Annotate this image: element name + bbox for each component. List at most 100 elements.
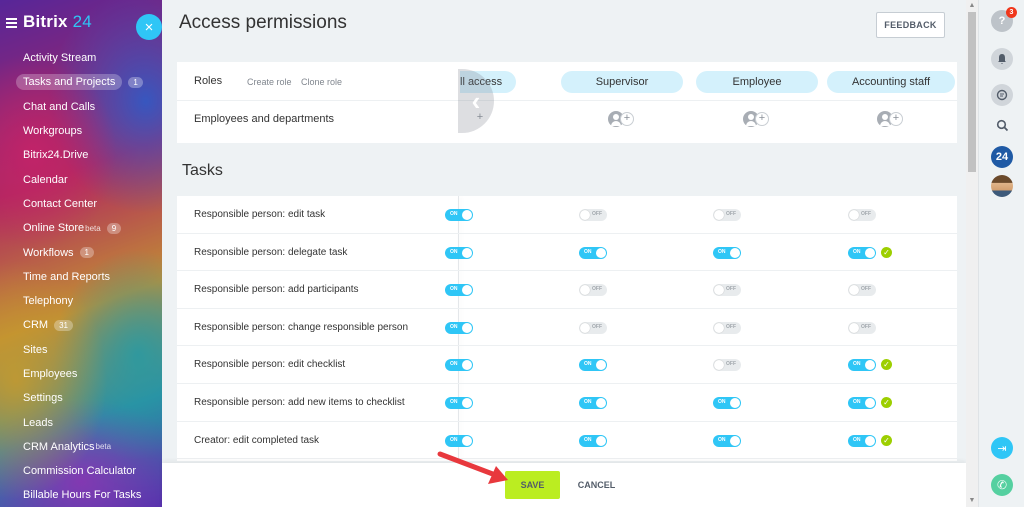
scrollbar-thumb[interactable] — [968, 12, 976, 172]
permission-toggle-on[interactable]: ON — [848, 246, 876, 259]
permission-toggle-off[interactable]: OFF — [579, 284, 607, 297]
plus-icon: + — [889, 112, 903, 126]
table-row: Responsible person: change responsible p… — [177, 309, 957, 347]
permission-toggle-off[interactable]: OFF — [848, 321, 876, 334]
permission-toggle-on[interactable]: ON — [445, 209, 473, 221]
table-row: Responsible person: delegate task ON ON ON O… — [177, 234, 957, 272]
permission-toggle-off[interactable]: OFF — [579, 321, 607, 334]
permission-toggle-on[interactable]: ON — [579, 397, 607, 409]
permission-toggle-off[interactable]: OFF — [848, 284, 876, 297]
permission-toggle-on[interactable]: ON — [445, 321, 473, 334]
phone-icon[interactable]: ✆ — [991, 474, 1013, 496]
permission-toggle-off[interactable]: OFF — [713, 321, 741, 334]
sidebar-item[interactable]: Time and Reports — [0, 265, 162, 289]
sidebar-item[interactable]: Billable Hours For Tasks — [0, 483, 162, 507]
sidebar-item[interactable]: Settings — [0, 386, 162, 410]
add-user-icon[interactable]: + — [608, 109, 636, 129]
sidebar-item[interactable]: Telephony — [0, 289, 162, 313]
brand[interactable]: Bitrix 24 — [6, 12, 92, 32]
portal-24-icon[interactable]: 24 — [991, 146, 1013, 168]
sidebar-item[interactable]: Sites — [0, 338, 162, 362]
sidebar-item[interactable]: CRM 31 — [0, 313, 162, 337]
bell-icon[interactable] — [991, 48, 1013, 70]
sidebar-item[interactable]: Leads — [0, 410, 162, 434]
permission-toggle-on[interactable]: ON — [445, 434, 473, 447]
sidebar-item[interactable]: Tasks and Projects 1 — [0, 70, 162, 94]
search-icon[interactable] — [991, 114, 1013, 136]
permission-toggle-on[interactable]: ON — [848, 434, 876, 447]
chat-icon[interactable] — [991, 84, 1013, 106]
brand-logo: Bitrix 24 — [23, 12, 92, 31]
toggle-state-label: ON — [853, 436, 861, 443]
permission-toggle-on[interactable]: ON — [848, 397, 876, 409]
toggle-knob — [462, 398, 472, 408]
permission-toggle-on[interactable]: ON — [848, 359, 876, 372]
toggle-state-label: ON — [853, 399, 861, 405]
sidebar-item[interactable]: Commission Calculator — [0, 459, 162, 483]
check-icon: ✓ — [881, 397, 892, 408]
toggle-state-label: OFF — [726, 361, 736, 368]
permission-toggle-on[interactable]: ON — [445, 397, 473, 409]
sidebar-item[interactable]: Workgroups — [0, 119, 162, 143]
scroll-up-arrow-icon[interactable]: ▲ — [968, 2, 976, 10]
toggle-knob — [462, 210, 472, 220]
toggle-knob — [865, 435, 875, 446]
permission-toggle-on[interactable]: ON — [713, 397, 741, 409]
sidebar-item[interactable]: Activity Stream — [0, 46, 162, 70]
help-icon[interactable]: ? 3 — [991, 7, 1017, 32]
permission-toggle-off[interactable]: OFF — [579, 209, 607, 221]
toggle-knob — [714, 360, 724, 371]
permission-toggle-off[interactable]: OFF — [713, 284, 741, 297]
permission-toggle-on[interactable]: ON — [713, 434, 741, 447]
sidebar-item-label: Sites — [23, 343, 48, 356]
role-column-header[interactable]: Accounting staff — [827, 71, 955, 93]
sidebar-item-label: Calendar — [23, 173, 68, 186]
cancel-button[interactable]: CANCEL — [574, 471, 619, 499]
toggle-knob — [596, 398, 606, 408]
permission-label: Responsible person: edit checklist — [194, 359, 346, 371]
vertical-scrollbar[interactable]: ▲ ▼ — [966, 0, 978, 507]
close-icon[interactable]: × — [136, 14, 162, 40]
toggle-knob — [580, 322, 590, 333]
permission-toggle-on[interactable]: ON — [445, 284, 473, 297]
feedback-button[interactable]: FEEDBACK — [876, 12, 945, 38]
hamburger-menu-icon[interactable] — [6, 17, 17, 28]
sidebar-item-label: CRM Analytics — [23, 440, 95, 453]
sidebar-item[interactable]: CRM Analytics beta — [0, 435, 162, 459]
open-lines-icon[interactable]: ⇥ — [991, 437, 1013, 459]
permission-toggle-off[interactable]: OFF — [848, 209, 876, 221]
add-user-icon[interactable]: + — [877, 109, 905, 129]
permission-toggle-on[interactable]: ON — [579, 359, 607, 372]
toggle-state-label: OFF — [726, 286, 736, 293]
permission-toggle-on[interactable]: ON — [713, 246, 741, 259]
toggle-knob — [849, 210, 859, 220]
clone-role-link[interactable]: Clone role — [301, 77, 342, 87]
sidebar-item[interactable]: Contact Center — [0, 192, 162, 216]
user-avatar[interactable] — [991, 175, 1013, 197]
permission-toggle-off[interactable]: OFF — [713, 359, 741, 372]
permission-toggle-on[interactable]: ON — [445, 359, 473, 372]
tasks-permissions-table: Responsible person: edit task ON OFF OFF OFF… — [177, 196, 957, 461]
permission-toggle-on[interactable]: ON — [579, 246, 607, 259]
permission-toggle-on[interactable]: ON — [579, 434, 607, 447]
permission-toggle-off[interactable]: OFF — [713, 209, 741, 221]
sidebar-item[interactable]: Bitrix24.Drive — [0, 143, 162, 167]
create-role-link[interactable]: Create role — [247, 77, 292, 87]
permission-label: Responsible person: delegate task — [194, 246, 348, 258]
sidebar-item[interactable]: Calendar — [0, 167, 162, 191]
role-column-header[interactable]: Supervisor — [561, 71, 683, 93]
sidebar-item-label: Commission Calculator — [23, 465, 137, 478]
sidebar-item[interactable]: Employees — [0, 362, 162, 386]
toggle-state-label: ON — [853, 248, 861, 255]
add-user-icon[interactable]: + — [743, 109, 771, 129]
toggle-knob — [714, 322, 724, 333]
plus-icon: + — [620, 112, 634, 126]
permission-toggle-on[interactable]: ON — [445, 246, 473, 259]
permission-label: Creator: edit completed task — [194, 434, 320, 446]
sidebar-item[interactable]: Workflows 1 — [0, 240, 162, 264]
sidebar-item[interactable]: Online Store beta 9 — [0, 216, 162, 240]
role-column-header[interactable]: Employee — [696, 71, 818, 93]
sidebar-item[interactable]: Chat and Calls — [0, 95, 162, 119]
scroll-down-arrow-icon[interactable]: ▼ — [968, 497, 976, 505]
table-row: Responsible person: edit checklist ON ON OF… — [177, 346, 957, 384]
